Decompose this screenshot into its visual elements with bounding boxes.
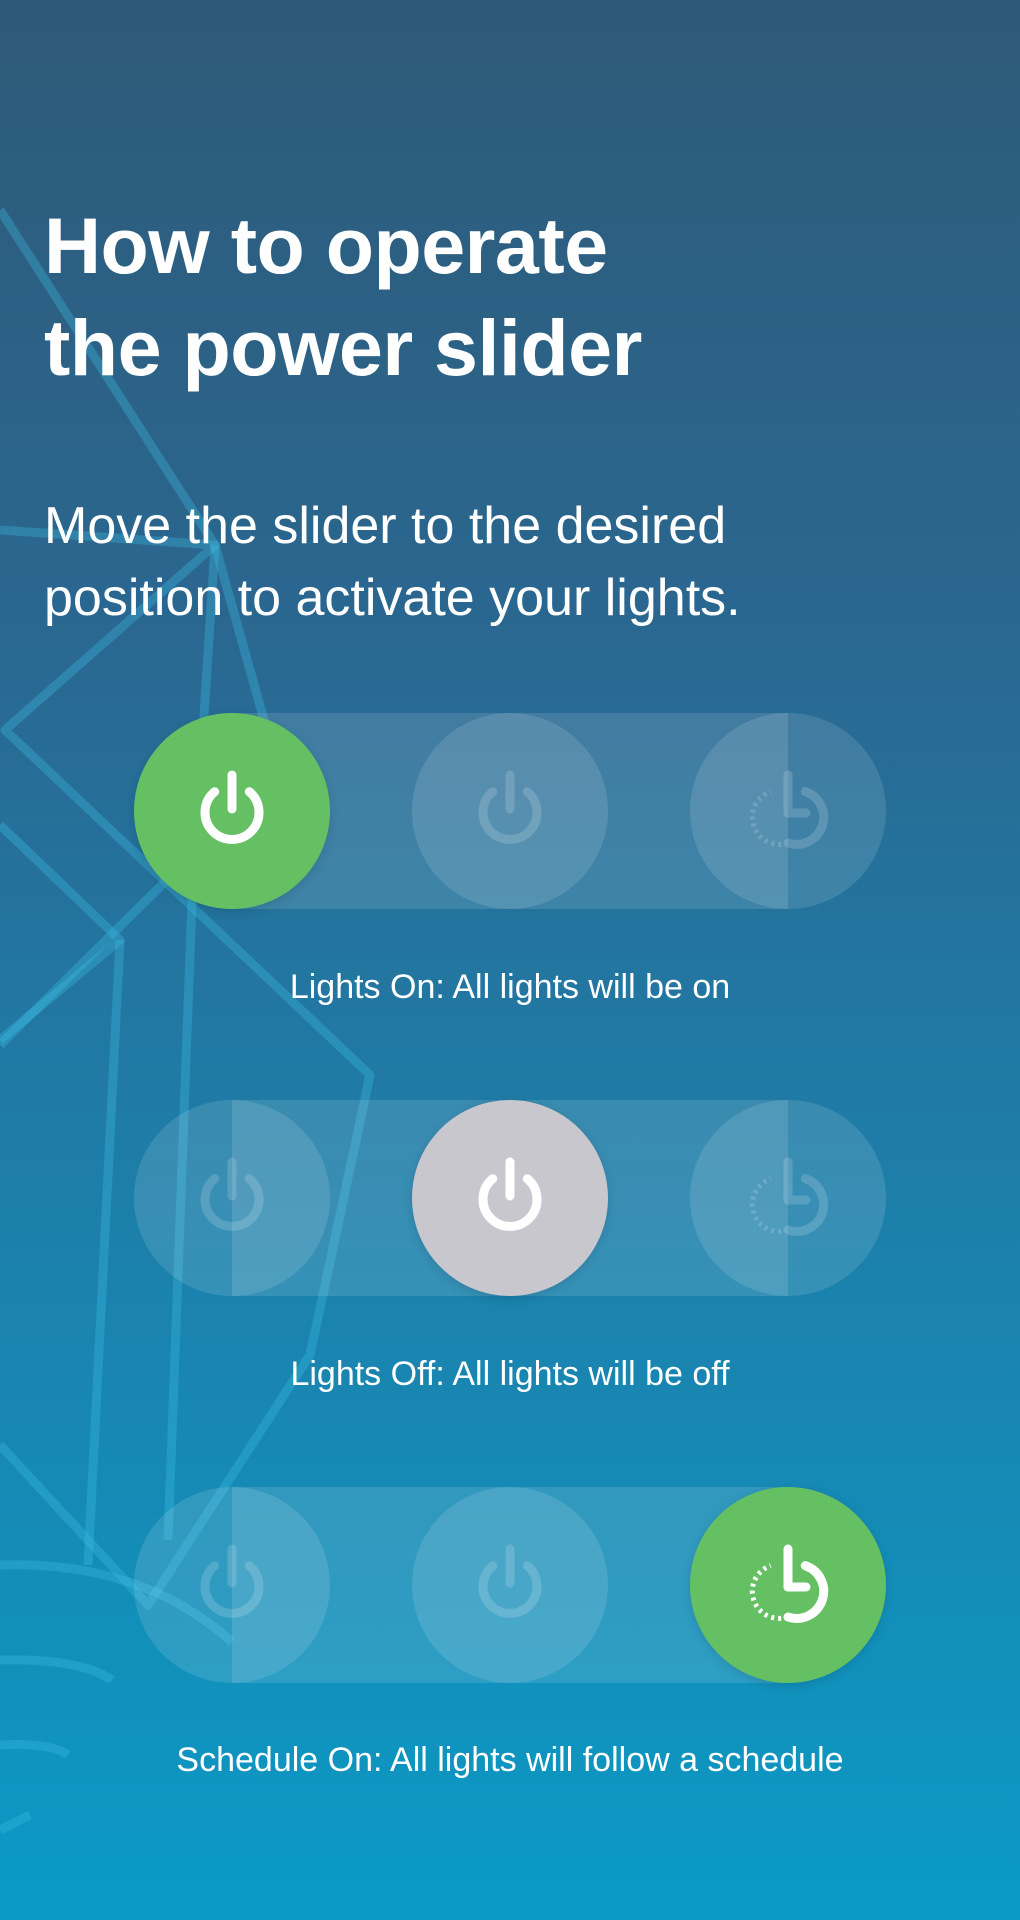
schedule-icon	[749, 1157, 829, 1236]
schedule-icon	[749, 1544, 829, 1623]
power-icon	[478, 1157, 542, 1231]
lights-off-option[interactable]	[412, 1100, 608, 1296]
power-icon	[200, 1544, 264, 1618]
title-line-1: How to operate	[44, 201, 608, 290]
power-icon	[200, 770, 264, 844]
lights-on-option[interactable]	[134, 1100, 330, 1296]
lights-off-option[interactable]	[412, 713, 608, 909]
schedule-on-option[interactable]	[690, 1100, 886, 1296]
lights-off-option[interactable]	[412, 1487, 608, 1683]
schedule-on-caption: Schedule On: All lights will follow a sc…	[176, 1741, 844, 1779]
instructions-line-2: position to activate your lights.	[44, 569, 741, 627]
schedule-on-option[interactable]	[690, 1487, 886, 1683]
schedule-on-option[interactable]	[690, 713, 886, 909]
title-line-2: the power slider	[44, 303, 642, 392]
power-slider-lights-on[interactable]	[134, 713, 886, 909]
schedule-icon	[749, 770, 829, 849]
instructions-text: Move the slider to the desired position …	[44, 490, 984, 634]
lights-on-caption: Lights On: All lights will be on	[289, 968, 731, 1006]
power-icon	[478, 1544, 542, 1618]
lights-off-caption: Lights Off: All lights will be off	[290, 1355, 730, 1393]
power-slider-schedule-on[interactable]	[134, 1487, 886, 1683]
lights-on-option[interactable]	[134, 713, 330, 909]
page-title: How to operate the power slider	[44, 195, 944, 399]
power-slider-lights-off[interactable]	[134, 1100, 886, 1296]
instructions-line-1: Move the slider to the desired	[44, 497, 727, 555]
lights-on-option[interactable]	[134, 1487, 330, 1683]
power-icon	[478, 770, 542, 844]
power-icon	[200, 1157, 264, 1231]
